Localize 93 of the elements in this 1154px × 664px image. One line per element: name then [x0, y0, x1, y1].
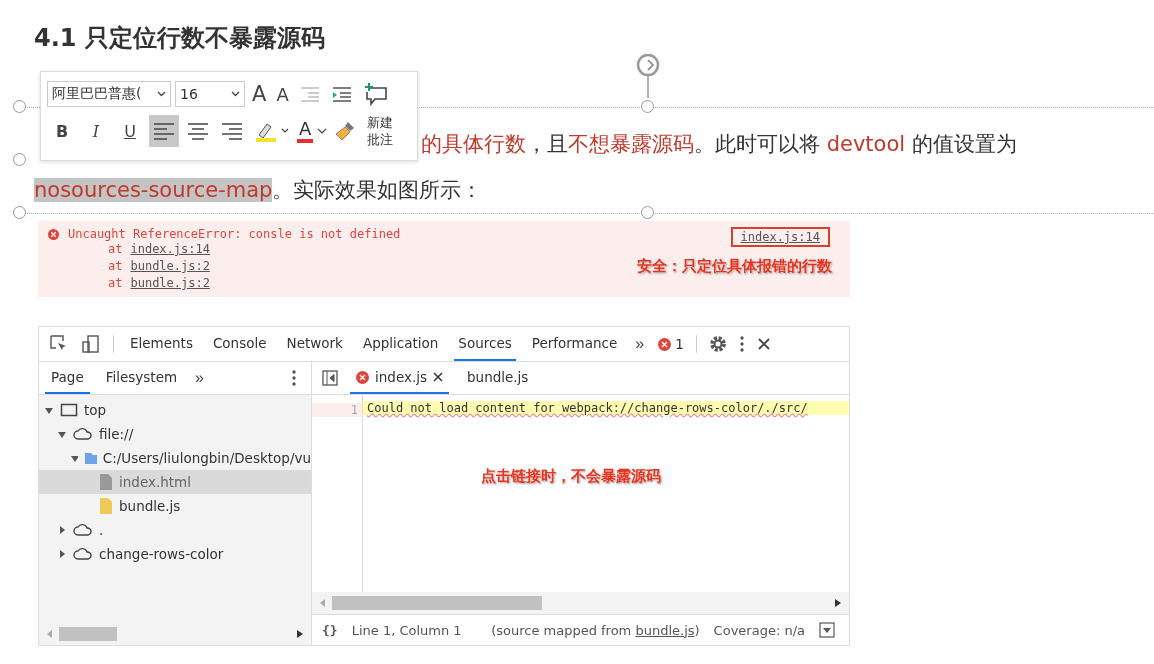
caret-icon — [317, 128, 328, 134]
folder-icon — [83, 451, 97, 465]
error-icon — [658, 337, 672, 351]
paragraph-text: devtool — [826, 132, 906, 156]
tree-item[interactable]: . — [39, 518, 311, 542]
tree-item[interactable]: C:/Users/liulongbin/Desktop/vu — [39, 446, 311, 470]
source-map-link[interactable]: bundle.js — [635, 622, 695, 638]
devtools-tab[interactable]: Sources — [454, 327, 516, 361]
stack-link[interactable]: bundle.js:2 — [130, 275, 210, 292]
scroll-right-icon[interactable] — [835, 599, 841, 607]
editor-tab[interactable]: bundle.js — [461, 362, 535, 394]
more-tabs-button[interactable]: » — [193, 369, 206, 387]
stack-prefix: at — [108, 258, 123, 275]
close-icon[interactable] — [433, 372, 443, 382]
settings-icon[interactable] — [708, 335, 727, 353]
more-options-icon[interactable] — [291, 369, 297, 387]
slide-title: 4.1 只定位行数不暴露源码 — [33, 23, 326, 54]
navigator-tab[interactable]: Filesystem — [99, 362, 184, 394]
stack-link[interactable]: bundle.js:2 — [130, 258, 210, 275]
editor-tab[interactable]: index.js — [350, 362, 449, 394]
comment-icon[interactable] — [362, 82, 389, 106]
cloud-icon — [73, 547, 93, 561]
shrink-font-button[interactable]: A — [273, 78, 292, 110]
paragraph-text: ，且 — [526, 132, 568, 156]
tree-item[interactable]: change-rows-color — [39, 542, 311, 566]
increase-indent-icon[interactable] — [330, 85, 353, 103]
paragraph-text: 。实际效果如图所示： — [272, 178, 483, 202]
font-color-button[interactable]: A — [297, 119, 314, 143]
new-comment-button[interactable]: 新建 批注 — [367, 114, 394, 148]
cloud-icon — [73, 427, 93, 441]
paragraph-text: nosources-source-map — [34, 178, 273, 202]
size-dropdown[interactable]: 16 — [175, 81, 245, 107]
annotation-text: 点击链接时，不会暴露源码 — [481, 467, 662, 486]
more-options-icon[interactable] — [738, 335, 745, 353]
scrollbar-thumb[interactable] — [332, 596, 542, 610]
tree-item[interactable]: top — [39, 398, 311, 422]
resize-handle[interactable] — [13, 206, 26, 219]
collapsed-arrow-icon[interactable] — [58, 525, 67, 535]
rotate-handle-icon[interactable] — [635, 52, 661, 99]
scrollbar-thumb[interactable] — [59, 627, 117, 641]
tree-item[interactable]: index.html — [39, 470, 311, 494]
paragraph-text: 的值设置为 — [910, 132, 1017, 156]
underline-button[interactable]: U — [115, 115, 145, 147]
pretty-print-button[interactable]: {} — [322, 622, 338, 638]
source-link[interactable]: index.js:14 — [730, 227, 830, 247]
error-message: Uncaught ReferenceError: consle is not defined — [68, 227, 401, 241]
script-file-icon — [99, 497, 113, 515]
scroll-right-icon[interactable] — [297, 630, 303, 638]
source-map-info: (source mapped from bundle.js) — [491, 622, 700, 638]
align-left-icon[interactable] — [149, 115, 179, 147]
stack-prefix: at — [108, 275, 123, 292]
stack-prefix: at — [108, 241, 123, 258]
devtools-tab[interactable]: Application — [358, 327, 443, 361]
caret-icon — [231, 91, 240, 97]
font-dropdown[interactable]: 阿里巴巴普惠( — [47, 81, 171, 107]
device-toggle-icon[interactable] — [81, 334, 101, 354]
frame-icon — [60, 403, 78, 417]
paragraph-text: 的具体行数 — [421, 132, 526, 156]
coverage-text: Coverage: n/a — [713, 622, 805, 638]
annotation-text: 安全：只定位具体报错的行数 — [637, 257, 832, 276]
close-icon[interactable] — [756, 337, 771, 351]
devtools-tab[interactable]: Console — [208, 327, 271, 361]
cloud-icon — [73, 523, 93, 537]
stack-link[interactable]: index.js:14 — [130, 241, 210, 258]
italic-button[interactable]: I — [81, 115, 111, 147]
resize-handle[interactable] — [641, 206, 654, 219]
more-tabs-button[interactable]: » — [633, 335, 647, 353]
resize-handle[interactable] — [13, 153, 26, 166]
cursor-position: Line 1, Column 1 — [351, 622, 462, 638]
devtools-tab[interactable]: Network — [282, 327, 347, 361]
expanded-arrow-icon[interactable] — [71, 453, 78, 463]
expanded-arrow-icon[interactable] — [45, 405, 54, 415]
caret-icon — [157, 91, 166, 97]
devtools-tab[interactable]: Performance — [527, 327, 622, 361]
expanded-arrow-icon[interactable] — [58, 429, 67, 439]
collapsed-arrow-icon[interactable] — [58, 549, 67, 559]
paragraph-text: 。此时可以将 — [694, 132, 821, 156]
drawer-toggle-icon[interactable] — [819, 622, 835, 638]
toggle-navigator-icon[interactable] — [322, 370, 338, 386]
navigator-tab[interactable]: Page — [45, 362, 90, 394]
resize-handle[interactable] — [641, 100, 654, 113]
error-count: 1 — [675, 336, 684, 352]
error-icon — [48, 228, 59, 240]
error-icon — [356, 370, 369, 384]
line-number: 1 — [312, 403, 362, 417]
document-icon — [99, 473, 113, 491]
tree-item[interactable]: file:// — [39, 422, 311, 446]
grow-font-button[interactable]: A — [249, 78, 270, 110]
paragraph-text: 不想暴露源码 — [568, 132, 694, 156]
resize-handle[interactable] — [13, 100, 26, 113]
tree-item[interactable]: bundle.js — [39, 494, 311, 518]
bold-button[interactable]: B — [47, 115, 77, 147]
devtools-tab[interactable]: Elements — [126, 327, 197, 361]
